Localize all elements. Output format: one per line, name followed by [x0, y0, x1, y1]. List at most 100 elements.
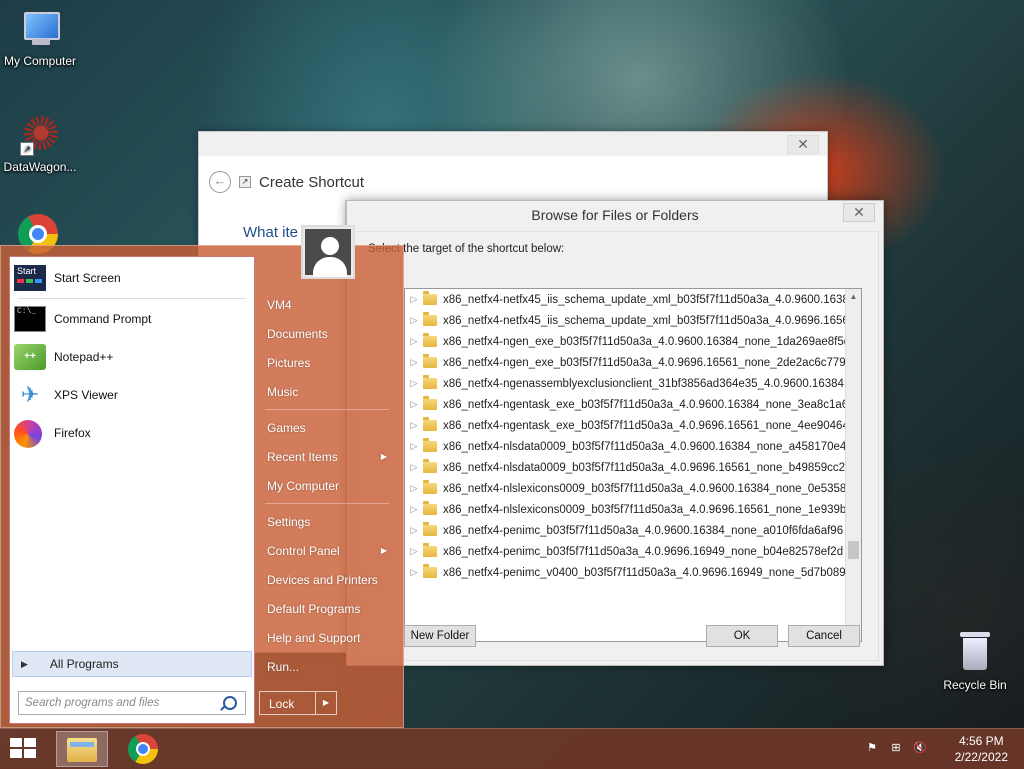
tree-row[interactable]: ▷ x86_netfx4-ngen_exe_b03f5f7f11d50a3a_4.…	[405, 331, 861, 352]
expand-arrow-icon[interactable]: ▷	[407, 483, 421, 494]
title-bar[interactable]: ✕	[199, 132, 827, 156]
expand-arrow-icon[interactable]: ▷	[407, 357, 421, 368]
action-center-flag-icon[interactable]: ⚑	[864, 741, 880, 755]
submenu-arrow-icon: ▶	[380, 452, 387, 461]
start-right-music[interactable]: Music	[259, 379, 393, 405]
start-item-command-prompt[interactable]: C:\_ Command Prompt	[14, 302, 248, 336]
start-right-default-programs[interactable]: Default Programs	[259, 596, 393, 622]
start-screen-icon: Start	[14, 265, 46, 291]
expand-arrow-icon[interactable]: ▷	[407, 420, 421, 431]
folder-icon	[423, 375, 437, 389]
start-item-label: Firefox	[54, 426, 91, 440]
control-panel-label: Control Panel	[267, 544, 340, 558]
clock-time: 4:56 PM	[958, 734, 1004, 748]
folder-icon	[423, 501, 437, 515]
vertical-scrollbar[interactable]: ▲ ▼	[845, 289, 861, 641]
start-right-run[interactable]: Run...	[259, 654, 393, 680]
recycle-bin-icon	[960, 632, 990, 670]
expand-arrow-icon[interactable]: ▷	[407, 399, 421, 410]
expand-arrow-icon[interactable]: ▷	[407, 441, 421, 452]
command-prompt-icon: C:\_	[14, 306, 46, 332]
tree-row-label: x86_netfx4-nlslexicons0009_b03f5f7f11d50…	[443, 503, 853, 516]
start-right-vm4[interactable]: VM4	[259, 292, 393, 318]
start-right-recent-items[interactable]: Recent Items ▶	[259, 444, 393, 470]
start-item-firefox[interactable]: Firefox	[14, 416, 248, 450]
expand-arrow-icon[interactable]: ▷	[407, 525, 421, 536]
folder-icon	[423, 417, 437, 431]
new-folder-button[interactable]: New Folder	[404, 625, 476, 647]
expand-arrow-icon[interactable]: ▷	[407, 546, 421, 557]
start-search-input[interactable]: Search programs and files	[18, 691, 246, 715]
taskbar-file-explorer[interactable]	[56, 731, 108, 767]
desktop-icon-datawagon[interactable]: ↗ DataWagon...	[0, 114, 80, 174]
expand-arrow-icon[interactable]: ▷	[407, 462, 421, 473]
start-button[interactable]	[10, 738, 38, 760]
tree-row[interactable]: ▷ x86_netfx4-netfx45_iis_schema_update_xm…	[405, 310, 861, 331]
start-right-games[interactable]: Games	[259, 415, 393, 441]
all-programs-button[interactable]: ▶ All Programs	[12, 651, 252, 677]
start-item-xps-viewer[interactable]: ✈ XPS Viewer	[14, 378, 248, 412]
desktop-icon-recycle-bin[interactable]: Recycle Bin	[935, 632, 1015, 692]
scroll-thumb[interactable]	[848, 541, 859, 559]
network-icon[interactable]: ⊞	[888, 741, 904, 755]
desktop-icon-label: My Computer	[3, 54, 77, 68]
tree-row[interactable]: ▷ x86_netfx4-ngenassemblyexclusionclient_…	[405, 373, 861, 394]
back-arrow-icon[interactable]: ←	[209, 171, 231, 193]
tree-row[interactable]: ▷ x86_netfx4-nlsdata0009_b03f5f7f11d50a3a…	[405, 457, 861, 478]
tree-row[interactable]: ▷ x86_netfx4-nlsdata0009_b03f5f7f11d50a3a…	[405, 436, 861, 457]
tree-row[interactable]: ▷ x86_netfx4-penimc_v0400_b03f5f7f11d50a3…	[405, 562, 861, 583]
start-right-settings[interactable]: Settings	[259, 509, 393, 535]
start-right-pictures[interactable]: Pictures	[259, 350, 393, 376]
folder-tree[interactable]: ▷ x86_netfx4-netfx45_iis_schema_update_xm…	[404, 288, 862, 642]
tree-row[interactable]: ▷ x86_netfx4-ngentask_exe_b03f5f7f11d50a3…	[405, 415, 861, 436]
start-right-my-computer[interactable]: My Computer	[259, 473, 393, 499]
scroll-up-icon[interactable]: ▲	[846, 289, 861, 304]
start-right-help-support[interactable]: Help and Support	[259, 625, 393, 651]
wizard-heading: What ite	[243, 224, 299, 241]
folder-icon	[423, 438, 437, 452]
tree-row[interactable]: ▷ x86_netfx4-nlslexicons0009_b03f5f7f11d5…	[405, 499, 861, 520]
ok-button[interactable]: OK	[706, 625, 778, 647]
start-right-documents[interactable]: Documents	[259, 321, 393, 347]
expand-arrow-icon[interactable]: ▷	[407, 504, 421, 515]
start-menu-places-pane: VM4 Documents Pictures Music Games Recen…	[259, 246, 399, 726]
tree-row[interactable]: ▷ x86_netfx4-ngen_exe_b03f5f7f11d50a3a_4.…	[405, 352, 861, 373]
volume-muted-icon[interactable]: 🔇	[912, 741, 928, 755]
desktop-icon-label: DataWagon...	[3, 160, 77, 174]
start-item-notepadpp[interactable]: ++ Notepad++	[14, 340, 248, 374]
tree-row[interactable]: ▷ x86_netfx4-penimc_b03f5f7f11d50a3a_4.0.…	[405, 520, 861, 541]
search-icon[interactable]	[223, 696, 237, 710]
expand-arrow-icon[interactable]: ▷	[407, 378, 421, 389]
tree-row[interactable]: ▷ x86_netfx4-penimc_b03f5f7f11d50a3a_4.0.…	[405, 541, 861, 562]
tree-row[interactable]: ▷ x86_netfx4-ngentask_exe_b03f5f7f11d50a3…	[405, 394, 861, 415]
tree-row-label: x86_netfx4-ngentask_exe_b03f5f7f11d50a3a…	[443, 419, 856, 432]
close-button[interactable]: ✕	[787, 135, 819, 154]
folder-icon	[423, 459, 437, 473]
cancel-button[interactable]: Cancel	[788, 625, 860, 647]
xps-viewer-icon: ✈	[20, 382, 40, 407]
lock-button[interactable]: Lock ▶	[259, 691, 337, 715]
notepadpp-icon: ++	[14, 344, 46, 370]
divider	[18, 298, 246, 299]
start-right-devices-printers[interactable]: Devices and Printers	[259, 567, 393, 593]
lock-options-arrow-icon[interactable]: ▶	[315, 692, 336, 714]
tree-row-label: x86_netfx4-penimc_v0400_b03f5f7f11d50a3a…	[443, 566, 846, 579]
expand-arrow-icon[interactable]: ▷	[407, 294, 421, 305]
expand-arrow-icon[interactable]: ▷	[407, 336, 421, 347]
start-menu: Start Start Screen C:\_ Command Prompt +…	[0, 225, 404, 728]
desktop-icon-my-computer[interactable]: My Computer	[0, 8, 80, 68]
start-item-start-screen[interactable]: Start Start Screen	[14, 261, 248, 295]
shortcut-arrow-icon: ↗	[20, 142, 34, 156]
tree-row[interactable]: ▷ x86_netfx4-netfx45_iis_schema_update_xm…	[405, 289, 861, 310]
start-right-control-panel[interactable]: Control Panel ▶	[259, 538, 393, 564]
expand-arrow-icon[interactable]: ▷	[407, 315, 421, 326]
expand-arrow-icon[interactable]: ▷	[407, 567, 421, 578]
clock[interactable]: 4:56 PM 2/22/2022	[955, 733, 1008, 765]
tree-rows: ▷ x86_netfx4-netfx45_iis_schema_update_xm…	[405, 289, 861, 583]
taskbar-chrome[interactable]	[118, 731, 170, 767]
dialog-content: Select the target of the shortcut below:…	[353, 231, 879, 661]
tree-row-label: x86_netfx4-ngen_exe_b03f5f7f11d50a3a_4.0…	[443, 335, 851, 348]
folder-icon	[423, 396, 437, 410]
close-button[interactable]: ✕	[843, 203, 875, 222]
tree-row[interactable]: ▷ x86_netfx4-nlslexicons0009_b03f5f7f11d5…	[405, 478, 861, 499]
